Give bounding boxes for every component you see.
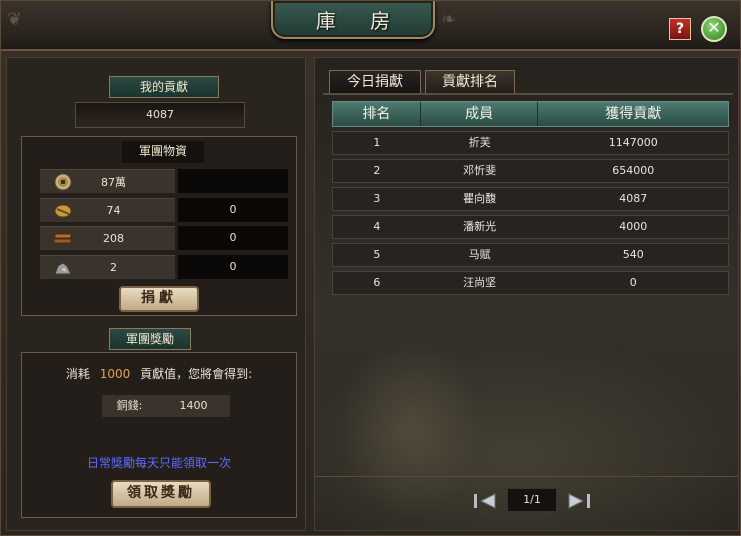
reward-suffix: 貢獻值，您將會得到: [140, 367, 253, 381]
row-rank: 5 [373, 248, 381, 261]
claim-reward-button[interactable]: 領取獎勵 [111, 480, 211, 508]
table-row[interactable]: 4 潘新光 4000 [332, 215, 729, 239]
donate-button[interactable]: 捐獻 [119, 286, 199, 312]
tab-contribution-ranking[interactable]: 貢獻排名 [425, 70, 515, 94]
reward-label: 軍團獎勵 [109, 328, 191, 350]
table-row[interactable]: 3 瞿向馥 4087 [332, 187, 729, 211]
column-rank: 排名 [333, 102, 421, 126]
row-contribution: 540 [622, 248, 644, 261]
left-panel: 我的貢獻 4087 軍團物資 87萬 74 0 208 0 2 0 捐獻 軍團獎… [6, 57, 306, 531]
resource-input[interactable] [178, 169, 288, 193]
resource-input[interactable]: 0 [178, 226, 288, 250]
ore-icon [52, 259, 74, 277]
resource-input[interactable]: 0 [178, 198, 288, 222]
table-row[interactable]: 2 邓忻斐 654000 [332, 159, 729, 183]
resource-amount: 208 [103, 232, 124, 245]
tab-strip-divider [323, 93, 733, 95]
coin-icon [52, 173, 74, 191]
resource-row-grain: 74 0 [40, 198, 288, 222]
page-indicator: 1/1 [507, 488, 557, 512]
row-contribution: 654000 [612, 164, 655, 177]
reward-prefix: 消耗 [65, 367, 90, 381]
resource-row-ore: 2 0 [40, 255, 288, 279]
row-rank: 4 [373, 220, 381, 233]
table-row[interactable]: 5 马赋 540 [332, 243, 729, 267]
right-panel: 今日捐獻 貢獻排名 排名 成員 獲得貢獻 1 折芙 1147000 2 邓忻斐 … [314, 57, 739, 531]
my-contribution-label: 我的貢獻 [109, 76, 219, 98]
window-title: 庫 房 [315, 8, 405, 33]
materials-label: 軍團物資 [122, 141, 204, 163]
wood-icon [52, 230, 74, 248]
my-contribution-value: 4087 [75, 102, 245, 128]
prev-page-icon[interactable] [473, 492, 497, 510]
copper-label: 銅錢: [116, 399, 143, 412]
row-rank: 6 [373, 276, 381, 289]
pager-divider [315, 476, 738, 477]
row-member: 瞿向馥 [463, 192, 497, 205]
row-rank: 2 [373, 164, 381, 177]
row-member: 折芙 [468, 136, 491, 149]
resource-input[interactable]: 0 [178, 255, 288, 279]
row-rank: 1 [373, 136, 381, 149]
column-contribution: 獲得貢獻 [605, 106, 662, 122]
row-contribution: 0 [629, 276, 637, 289]
table-header: 排名 成員 獲得貢獻 [332, 101, 729, 127]
daily-note: 日常獎勵每天只能領取一次 [86, 456, 231, 470]
close-button[interactable]: ✕ [701, 16, 727, 42]
resource-amount: 87萬 [101, 175, 126, 189]
copper-reward: 銅錢: 1400 [102, 395, 230, 417]
reward-cost: 1000 [99, 367, 131, 381]
resource-row-wood: 208 0 [40, 226, 288, 250]
grain-icon [52, 202, 74, 220]
help-button[interactable]: ? [669, 18, 691, 40]
title-plaque: 庫 房 [271, 1, 435, 39]
resource-row-coin: 87萬 [40, 169, 288, 193]
row-member: 邓忻斐 [463, 164, 497, 177]
ornament-left-icon: ❦ [7, 9, 23, 30]
storehouse-window: ❦ ❧ 庫 房 ? ✕ 我的貢獻 4087 軍團物資 87萬 74 0 208 … [0, 0, 741, 536]
tab-today-donation[interactable]: 今日捐獻 [329, 70, 421, 94]
row-rank: 3 [373, 192, 381, 205]
row-contribution: 4087 [619, 192, 648, 205]
column-member: 成員 [421, 102, 539, 126]
title-bar: ❦ ❧ 庫 房 ? ✕ [1, 1, 740, 51]
resource-amount: 74 [106, 204, 121, 217]
row-member: 马赋 [468, 248, 491, 261]
copper-value: 1400 [179, 399, 208, 412]
resource-amount: 2 [110, 261, 117, 274]
table-row[interactable]: 1 折芙 1147000 [332, 131, 729, 155]
row-member: 汪尚坚 [463, 276, 497, 289]
table-row[interactable]: 6 汪尚坚 0 [332, 271, 729, 295]
row-contribution: 4000 [619, 220, 648, 233]
next-page-icon[interactable] [567, 492, 591, 510]
row-member: 潘新光 [463, 220, 497, 233]
row-contribution: 1147000 [608, 136, 658, 149]
reward-cost-line: 消耗 1000 貢獻值，您將會得到: [21, 365, 297, 382]
ornament-right-icon: ❧ [441, 9, 457, 30]
